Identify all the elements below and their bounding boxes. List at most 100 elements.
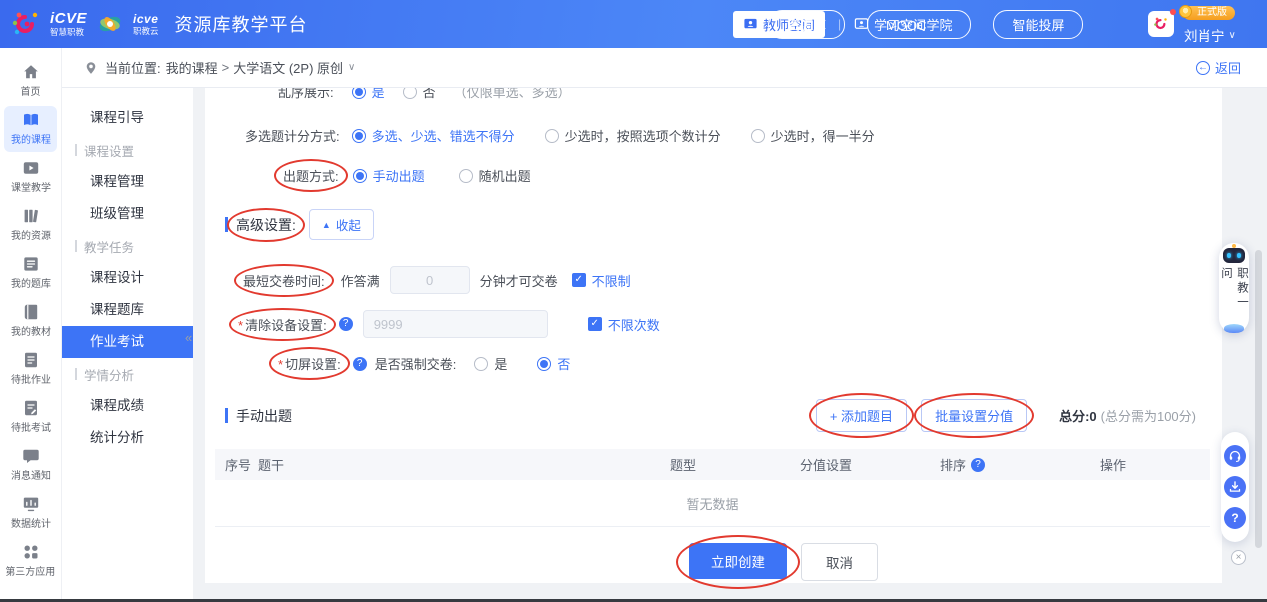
exam-form-card: 乱序展示: 是 否 （仅限单选、多选） 多选题计分方式: 多选、少选、错选不得分… — [205, 88, 1222, 583]
menu-item-course-design[interactable]: 课程设计 — [62, 262, 193, 294]
back-icon: ← — [1196, 61, 1210, 75]
sidebar-item-messages[interactable]: 消息通知 — [4, 442, 57, 488]
back-button[interactable]: ← 返回 — [1196, 58, 1241, 77]
menu-section-teaching-tasks: 教学任务 — [62, 230, 193, 262]
breadcrumb: 当前位置: 我的课程 > 大学语文 (2P) 原创 ∨ ← 返回 — [62, 48, 1267, 88]
radio-icon — [459, 169, 473, 183]
radio-icon — [474, 357, 488, 371]
sidebar-item-my-courses[interactable]: 我的课程 — [4, 106, 57, 152]
main-content: 乱序展示: 是 否 （仅限单选、多选） 多选题计分方式: 多选、少选、错选不得分… — [193, 88, 1267, 602]
section-bar — [225, 217, 228, 232]
breadcrumb-root[interactable]: 我的课程 — [166, 58, 218, 77]
customer-service-button[interactable] — [1224, 445, 1246, 467]
cancel-button[interactable]: 取消 — [801, 543, 878, 581]
help-icon[interactable]: ? — [353, 357, 367, 371]
no-limit-checkbox[interactable]: ✓ 不限制 — [572, 271, 631, 290]
min-submit-minutes-input[interactable] — [390, 266, 470, 294]
sidebar-item-resources[interactable]: 我的资源 — [4, 202, 57, 248]
multi-score-option-1[interactable]: 多选、少选、错选不得分 — [352, 126, 515, 145]
help-icon[interactable]: ? — [971, 458, 985, 472]
section-bar — [225, 408, 228, 423]
checkbox-checked-icon: ✓ — [588, 317, 602, 331]
classroom-icon — [22, 159, 40, 177]
question-mode-random[interactable]: 随机出题 — [459, 166, 531, 185]
clear-device-input[interactable] — [363, 310, 548, 338]
menu-item-course-grades[interactable]: 课程成绩 — [62, 390, 193, 422]
multi-score-row: 多选题计分方式: 多选、少选、错选不得分 少选时，按照选项个数计分 少选时，得一… — [205, 126, 1222, 145]
manual-question-title: 手动出题 — [236, 406, 292, 426]
multi-score-option-3[interactable]: 少选时，得一半分 — [751, 126, 875, 145]
menu-item-course-question-bank[interactable]: 课程题库 — [62, 294, 193, 326]
clear-device-row: *清除设备设置: ? ✓ 不限次数 — [205, 310, 1222, 338]
sidebar-item-textbooks[interactable]: 我的教材 — [4, 298, 57, 344]
sidebar-item-third-party[interactable]: 第三方应用 — [4, 538, 57, 584]
sidebar-item-classroom[interactable]: 课堂教学 — [4, 154, 57, 200]
min-submit-suffix: 分钟才可交卷 — [480, 271, 558, 290]
resources-icon — [22, 207, 40, 225]
question-bank-icon — [22, 255, 40, 273]
menu-item-course-management[interactable]: 课程管理 — [62, 166, 193, 198]
download-button[interactable] — [1224, 476, 1246, 498]
close-float-icon[interactable]: × — [1231, 550, 1246, 565]
scrollbar-thumb[interactable] — [1255, 250, 1262, 548]
manual-question-header: 手动出题 + 添加题目 批量设置分值 总分:0(总分需为100分) — [225, 399, 1222, 432]
left-sidebar: 首页 我的课程 课堂教学 我的资源 我的题库 我的教材 待批作业 待批考试 消息… — [0, 48, 62, 602]
question-mode-manual[interactable]: 手动出题 — [353, 166, 425, 185]
menu-item-class-management[interactable]: 班级管理 — [62, 198, 193, 230]
location-pin-icon — [84, 61, 98, 75]
radio-icon — [751, 129, 765, 143]
headset-icon — [1228, 449, 1242, 463]
advanced-settings-label: 高级设置: — [236, 217, 296, 233]
textbook-icon — [22, 303, 40, 321]
radio-selected-icon — [352, 88, 366, 99]
add-question-button[interactable]: + 添加题目 — [816, 399, 907, 432]
required-asterisk: * — [278, 357, 283, 372]
apps-icon — [22, 543, 40, 561]
medal-icon — [1179, 5, 1192, 18]
my-courses-icon — [22, 111, 40, 129]
breadcrumb-prefix: 当前位置: — [105, 58, 161, 77]
col-type: 题型 — [670, 455, 800, 474]
ai-assistant-widget[interactable]: 职教一问 — [1219, 243, 1249, 333]
user-avatar[interactable] — [1148, 11, 1174, 37]
create-now-button[interactable]: 立即创建 — [689, 543, 787, 579]
menu-item-homework-exam[interactable]: 作业考试 — [62, 326, 193, 358]
mooc-college-button[interactable]: MOOC学院 — [867, 10, 971, 39]
radio-selected-icon — [352, 129, 366, 143]
menu-item-course-guide[interactable]: 课程引导 — [62, 102, 193, 134]
min-submit-time-label: 最短交卷时间: — [243, 274, 325, 289]
batch-score-button[interactable]: 批量设置分值 — [921, 399, 1027, 432]
download-icon — [1228, 480, 1242, 494]
resource-library-button[interactable]: 资源库 — [768, 10, 845, 39]
smart-casting-button[interactable]: 智能投屏 — [993, 10, 1083, 39]
chevron-down-icon: ∨ — [348, 62, 355, 73]
teacher-icon — [743, 17, 758, 32]
menu-item-statistical-analysis[interactable]: 统计分析 — [62, 422, 193, 454]
shuffle-option-no[interactable]: 否 — [403, 88, 436, 101]
breadcrumb-separator: > — [222, 60, 230, 75]
col-actions: 操作 — [1100, 455, 1210, 474]
sidebar-collapse-icon[interactable]: « — [185, 330, 192, 345]
shuffle-option-yes[interactable]: 是 — [352, 88, 385, 101]
breadcrumb-current-course[interactable]: 大学语文 (2P) 原创 ∨ — [233, 58, 355, 77]
brand-name-2: icve — [133, 13, 159, 25]
sidebar-item-pending-homework[interactable]: 待批作业 — [4, 346, 57, 392]
user-area: 正式版 刘肖宁 ∨ — [1148, 0, 1263, 48]
multi-score-option-2[interactable]: 少选时，按照选项个数计分 — [545, 126, 721, 145]
help-button[interactable]: ? — [1224, 507, 1246, 529]
sidebar-item-question-bank[interactable]: 我的题库 — [4, 250, 57, 296]
sidebar-item-home[interactable]: 首页 — [4, 58, 57, 104]
sidebar-item-statistics[interactable]: 数据统计 — [4, 490, 57, 536]
unlimited-times-checkbox[interactable]: ✓ 不限次数 — [588, 315, 660, 334]
course-menu: 课程引导 课程设置 课程管理 班级管理 教学任务 课程设计 课程题库 作业考试 … — [62, 88, 193, 602]
user-menu[interactable]: 刘肖宁 ∨ — [1184, 25, 1236, 45]
multi-score-label: 多选题计分方式: — [245, 126, 340, 145]
help-icon[interactable]: ? — [339, 317, 353, 331]
force-submit-yes[interactable]: 是 — [474, 354, 507, 373]
required-asterisk: * — [238, 318, 243, 333]
sidebar-item-pending-exams[interactable]: 待批考试 — [4, 394, 57, 440]
force-submit-no[interactable]: 否 — [537, 354, 570, 373]
radio-icon — [403, 88, 417, 99]
collapse-button[interactable]: ▲ 收起 — [309, 209, 374, 240]
advanced-settings-row: 高级设置: ▲ 收起 — [225, 209, 1222, 240]
